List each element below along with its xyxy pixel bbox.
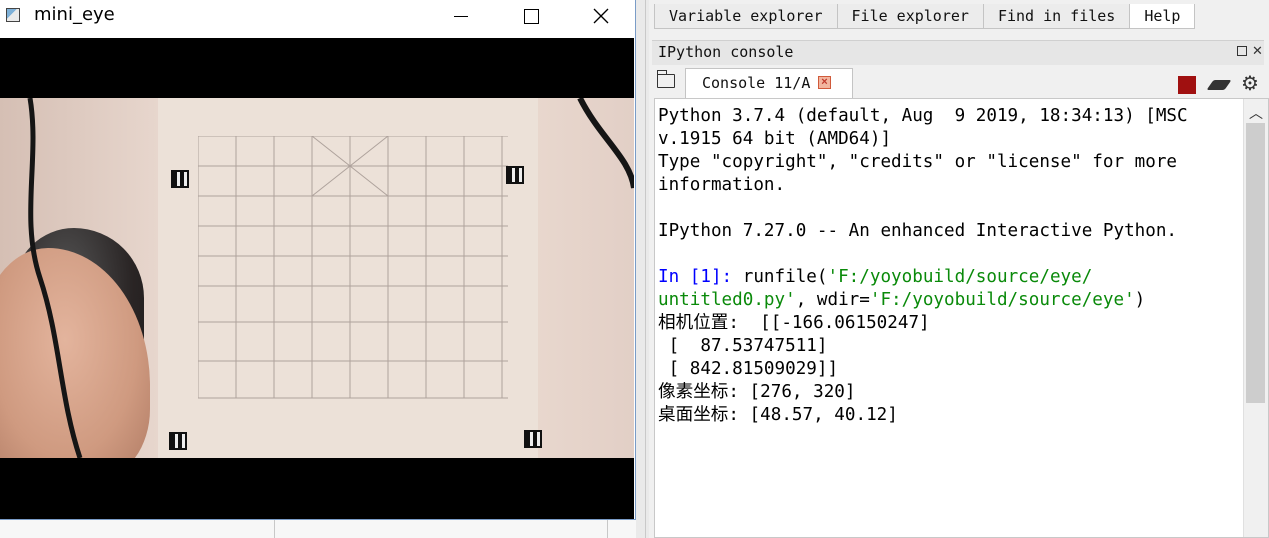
console-toolbar: Console 11/A × [649, 66, 1269, 98]
output-line: 相机位置: [[-166.06150247] [658, 313, 930, 333]
close-button[interactable] [578, 0, 624, 32]
output-line: [ 842.81509029]] [658, 359, 839, 379]
pane-tab-bar: Variable explorer File explorer Find in … [654, 4, 1196, 30]
minimize-icon [454, 15, 468, 17]
camera-view [0, 38, 634, 519]
maximize-icon [523, 8, 539, 24]
console-pane-title: IPython console [658, 43, 794, 61]
divider [607, 520, 608, 538]
gear-icon[interactable]: ⚙ [1241, 74, 1259, 94]
command-text: runfile( [732, 267, 828, 287]
undock-icon[interactable] [1237, 46, 1247, 56]
aruco-marker-top-left [171, 170, 189, 188]
console-banner-line: Python 3.7.4 (default, Aug 9 2019, 18:34… [658, 106, 1188, 126]
aruco-marker-top-right [506, 166, 524, 184]
aruco-marker-bottom-right [524, 430, 542, 448]
spyder-pane: Variable explorer File explorer Find in … [649, 0, 1269, 538]
output-line: 桌面坐标: [48.57, 40.12] [658, 405, 898, 425]
command-string: untitled0.py' [658, 290, 796, 310]
command-text: , wdir= [795, 290, 870, 310]
folder-icon[interactable] [657, 70, 675, 88]
mini-eye-window[interactable]: mini_eye [0, 0, 636, 520]
tab-file-explorer[interactable]: File explorer [836, 4, 984, 29]
window-title: mini_eye [34, 4, 115, 25]
command-string: 'F:/yoyobuild/source/eye' [869, 290, 1135, 310]
output-line: 像素坐标: [276, 320] [658, 382, 856, 402]
camera-frame [0, 98, 634, 458]
output-line: [ 87.53747511] [658, 336, 828, 356]
tab-variable-explorer[interactable]: Variable explorer [654, 4, 838, 29]
splitter-line [645, 0, 646, 538]
stop-icon[interactable] [1178, 76, 1196, 94]
window-titlebar[interactable]: mini_eye [0, 0, 635, 38]
vertical-scrollbar[interactable]: ︿ [1243, 99, 1268, 537]
console-pane-header: IPython console ✕ [652, 40, 1264, 65]
close-icon [593, 8, 609, 24]
aruco-marker-bottom-left [169, 432, 187, 450]
tab-close-icon[interactable]: × [818, 76, 831, 89]
scroll-up-icon[interactable]: ︿ [1244, 103, 1268, 121]
console-banner-line: v.1915 64 bit (AMD64)] [658, 129, 892, 149]
close-pane-icon[interactable]: ✕ [1252, 43, 1263, 59]
minimize-button[interactable] [438, 0, 484, 32]
command-text: ) [1134, 290, 1146, 310]
tab-help[interactable]: Help [1129, 4, 1196, 29]
console-text: Python 3.7.4 (default, Aug 9 2019, 18:34… [658, 105, 1243, 427]
console-output[interactable]: Python 3.7.4 (default, Aug 9 2019, 18:34… [654, 98, 1269, 538]
input-prompt: In [1]: [658, 267, 733, 287]
console-banner-line: information. [658, 175, 786, 195]
scroll-thumb[interactable] [1246, 123, 1265, 403]
command-string: 'F:/yoyobuild/source/eye/ [827, 267, 1093, 287]
mouse-cable [27, 98, 634, 458]
splitter[interactable] [636, 0, 649, 538]
tab-find-in-files[interactable]: Find in files [982, 4, 1131, 29]
console-tab-label: Console 11/A [702, 74, 811, 92]
app-icon [6, 8, 20, 22]
console-banner-line: Type "copyright", "credits" or "license"… [658, 152, 1178, 172]
divider [274, 520, 275, 538]
console-tab[interactable]: Console 11/A × [685, 68, 853, 98]
console-banner-line: IPython 7.27.0 -- An enhanced Interactiv… [658, 221, 1178, 241]
background-window-strip [0, 520, 636, 538]
maximize-button[interactable] [508, 0, 554, 32]
